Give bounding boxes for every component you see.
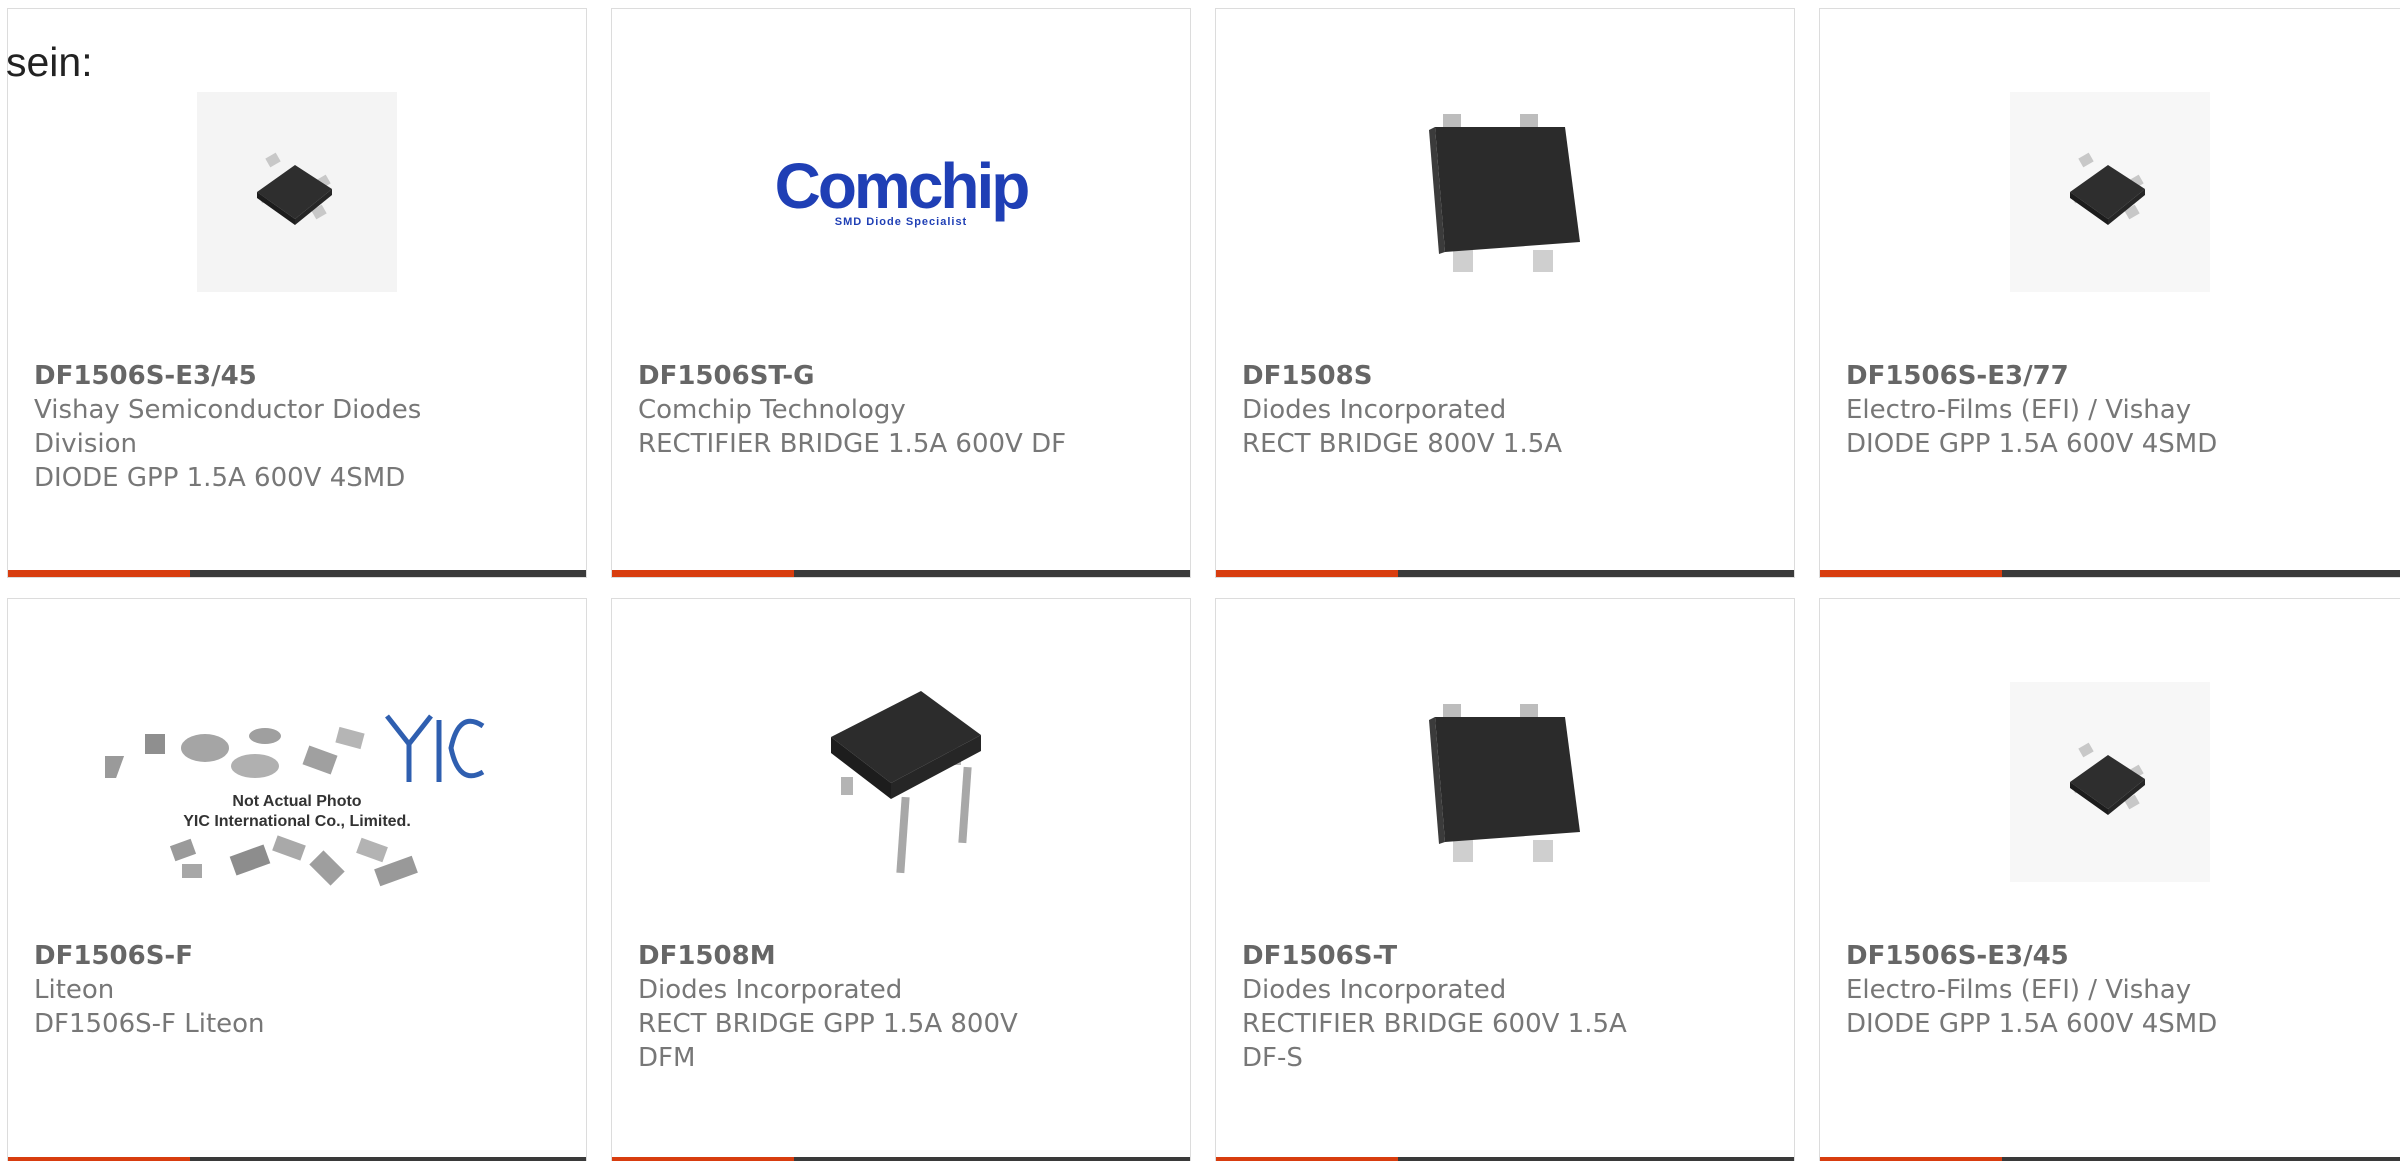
- product-image[interactable]: [1216, 659, 1794, 904]
- yic-placeholder-image: Not Actual Photo YIC International Co., …: [85, 710, 489, 894]
- card-bar: [1820, 1157, 2400, 1161]
- product-image[interactable]: [1820, 659, 2400, 904]
- product-card[interactable]: DF1506S-E3/45 Vishay Semiconductor Diode…: [7, 8, 587, 578]
- card-bar-accent: [1216, 1157, 1398, 1161]
- product-image[interactable]: [8, 69, 586, 314]
- part-number[interactable]: DF1508S: [1242, 359, 1774, 393]
- description: DIODE GPP 1.5A 600V 4SMD: [1846, 429, 2218, 459]
- card-bar-accent: [612, 1157, 794, 1161]
- card-bar: [8, 1157, 586, 1161]
- logo-text: Comchip: [774, 149, 1031, 222]
- description: DIODE GPP 1.5A 600V 4SMD: [34, 463, 406, 493]
- product-card[interactable]: DF1506S-E3/45 Electro-Films (EFI) / Vish…: [1819, 598, 2400, 1161]
- card-bar-accent: [1216, 570, 1398, 577]
- part-number[interactable]: DF1506ST-G: [638, 359, 1170, 393]
- placeholder-caption: Not Actual Photo: [232, 793, 362, 810]
- card-bar-accent: [612, 570, 794, 577]
- smd-bridge-icon: [2070, 152, 2145, 225]
- card-bar-accent: [8, 1157, 190, 1161]
- part-number[interactable]: DF1506S-E3/77: [1846, 359, 2380, 393]
- product-card[interactable]: Comchip SMD Diode Specialist DF1506ST-G …: [611, 8, 1191, 578]
- card-bar-accent: [1820, 1157, 2002, 1161]
- manufacturer: Diodes Incorporated: [1242, 975, 1507, 1005]
- description: DF1506S-F Liteon: [34, 1009, 265, 1039]
- manufacturer: Diodes Incorporated: [638, 975, 903, 1005]
- product-card[interactable]: Not Actual Photo YIC International Co., …: [7, 598, 587, 1161]
- smd-bridge-large-icon: [1429, 703, 1580, 862]
- chip-cluster-icon: [169, 835, 418, 887]
- card-bar-accent: [8, 570, 190, 577]
- card-bar: [8, 570, 586, 577]
- description: RECTIFIER BRIDGE 1.5A 600V DF: [638, 429, 1067, 459]
- manufacturer: Comchip Technology: [638, 395, 906, 425]
- dip-bridge-icon: [831, 690, 981, 873]
- smd-bridge-icon: [2070, 742, 2145, 815]
- product-image[interactable]: [612, 659, 1190, 904]
- manufacturer: Electro-Films (EFI) / Vishay: [1846, 975, 2192, 1005]
- card-bar: [612, 570, 1190, 577]
- part-number[interactable]: DF1506S-E3/45: [34, 359, 566, 393]
- product-card[interactable]: DF1506S-E3/77 Electro-Films (EFI) / Vish…: [1819, 8, 2400, 578]
- manufacturer: Vishay Semiconductor Diodes Division: [34, 395, 422, 459]
- card-bar-accent: [1820, 570, 2002, 577]
- product-card[interactable]: DF1508M Diodes Incorporated RECT BRIDGE …: [611, 598, 1191, 1161]
- comchip-logo: Comchip SMD Diode Specialist: [774, 149, 1031, 228]
- product-card[interactable]: DF1506S-T Diodes Incorporated RECTIFIER …: [1215, 598, 1795, 1161]
- yic-logo-icon: [385, 714, 485, 782]
- part-number[interactable]: DF1508M: [638, 939, 1170, 973]
- manufacturer: Electro-Films (EFI) / Vishay: [1846, 395, 2192, 425]
- product-image[interactable]: Not Actual Photo YIC International Co., …: [8, 677, 586, 927]
- placeholder-company: YIC International Co., Limited.: [183, 813, 411, 830]
- manufacturer: Liteon: [34, 975, 115, 1005]
- description: RECTIFIER BRIDGE 600V 1.5A DF-S: [1242, 1009, 1627, 1073]
- description: RECT BRIDGE 800V 1.5A: [1242, 429, 1563, 459]
- intro-text: sein:: [6, 39, 93, 85]
- smd-bridge-large-icon: [1429, 113, 1580, 272]
- card-bar: [1820, 570, 2400, 577]
- part-number[interactable]: DF1506S-T: [1242, 939, 1774, 973]
- card-bar: [1216, 570, 1794, 577]
- product-card[interactable]: DF1508S Diodes Incorporated RECT BRIDGE …: [1215, 8, 1795, 578]
- part-number[interactable]: DF1506S-F: [34, 939, 566, 973]
- product-image[interactable]: [1820, 69, 2400, 314]
- description: DIODE GPP 1.5A 600V 4SMD: [1846, 1009, 2218, 1039]
- part-number[interactable]: DF1506S-E3/45: [1846, 939, 2380, 973]
- chip-cluster-icon: [85, 726, 365, 778]
- card-bar: [1216, 1157, 1794, 1161]
- smd-bridge-icon: [257, 152, 332, 225]
- description: RECT BRIDGE GPP 1.5A 800V DFM: [638, 1009, 1018, 1073]
- product-image[interactable]: Comchip SMD Diode Specialist: [612, 69, 1190, 314]
- manufacturer: Diodes Incorporated: [1242, 395, 1507, 425]
- card-bar: [612, 1157, 1190, 1161]
- product-image[interactable]: [1216, 69, 1794, 314]
